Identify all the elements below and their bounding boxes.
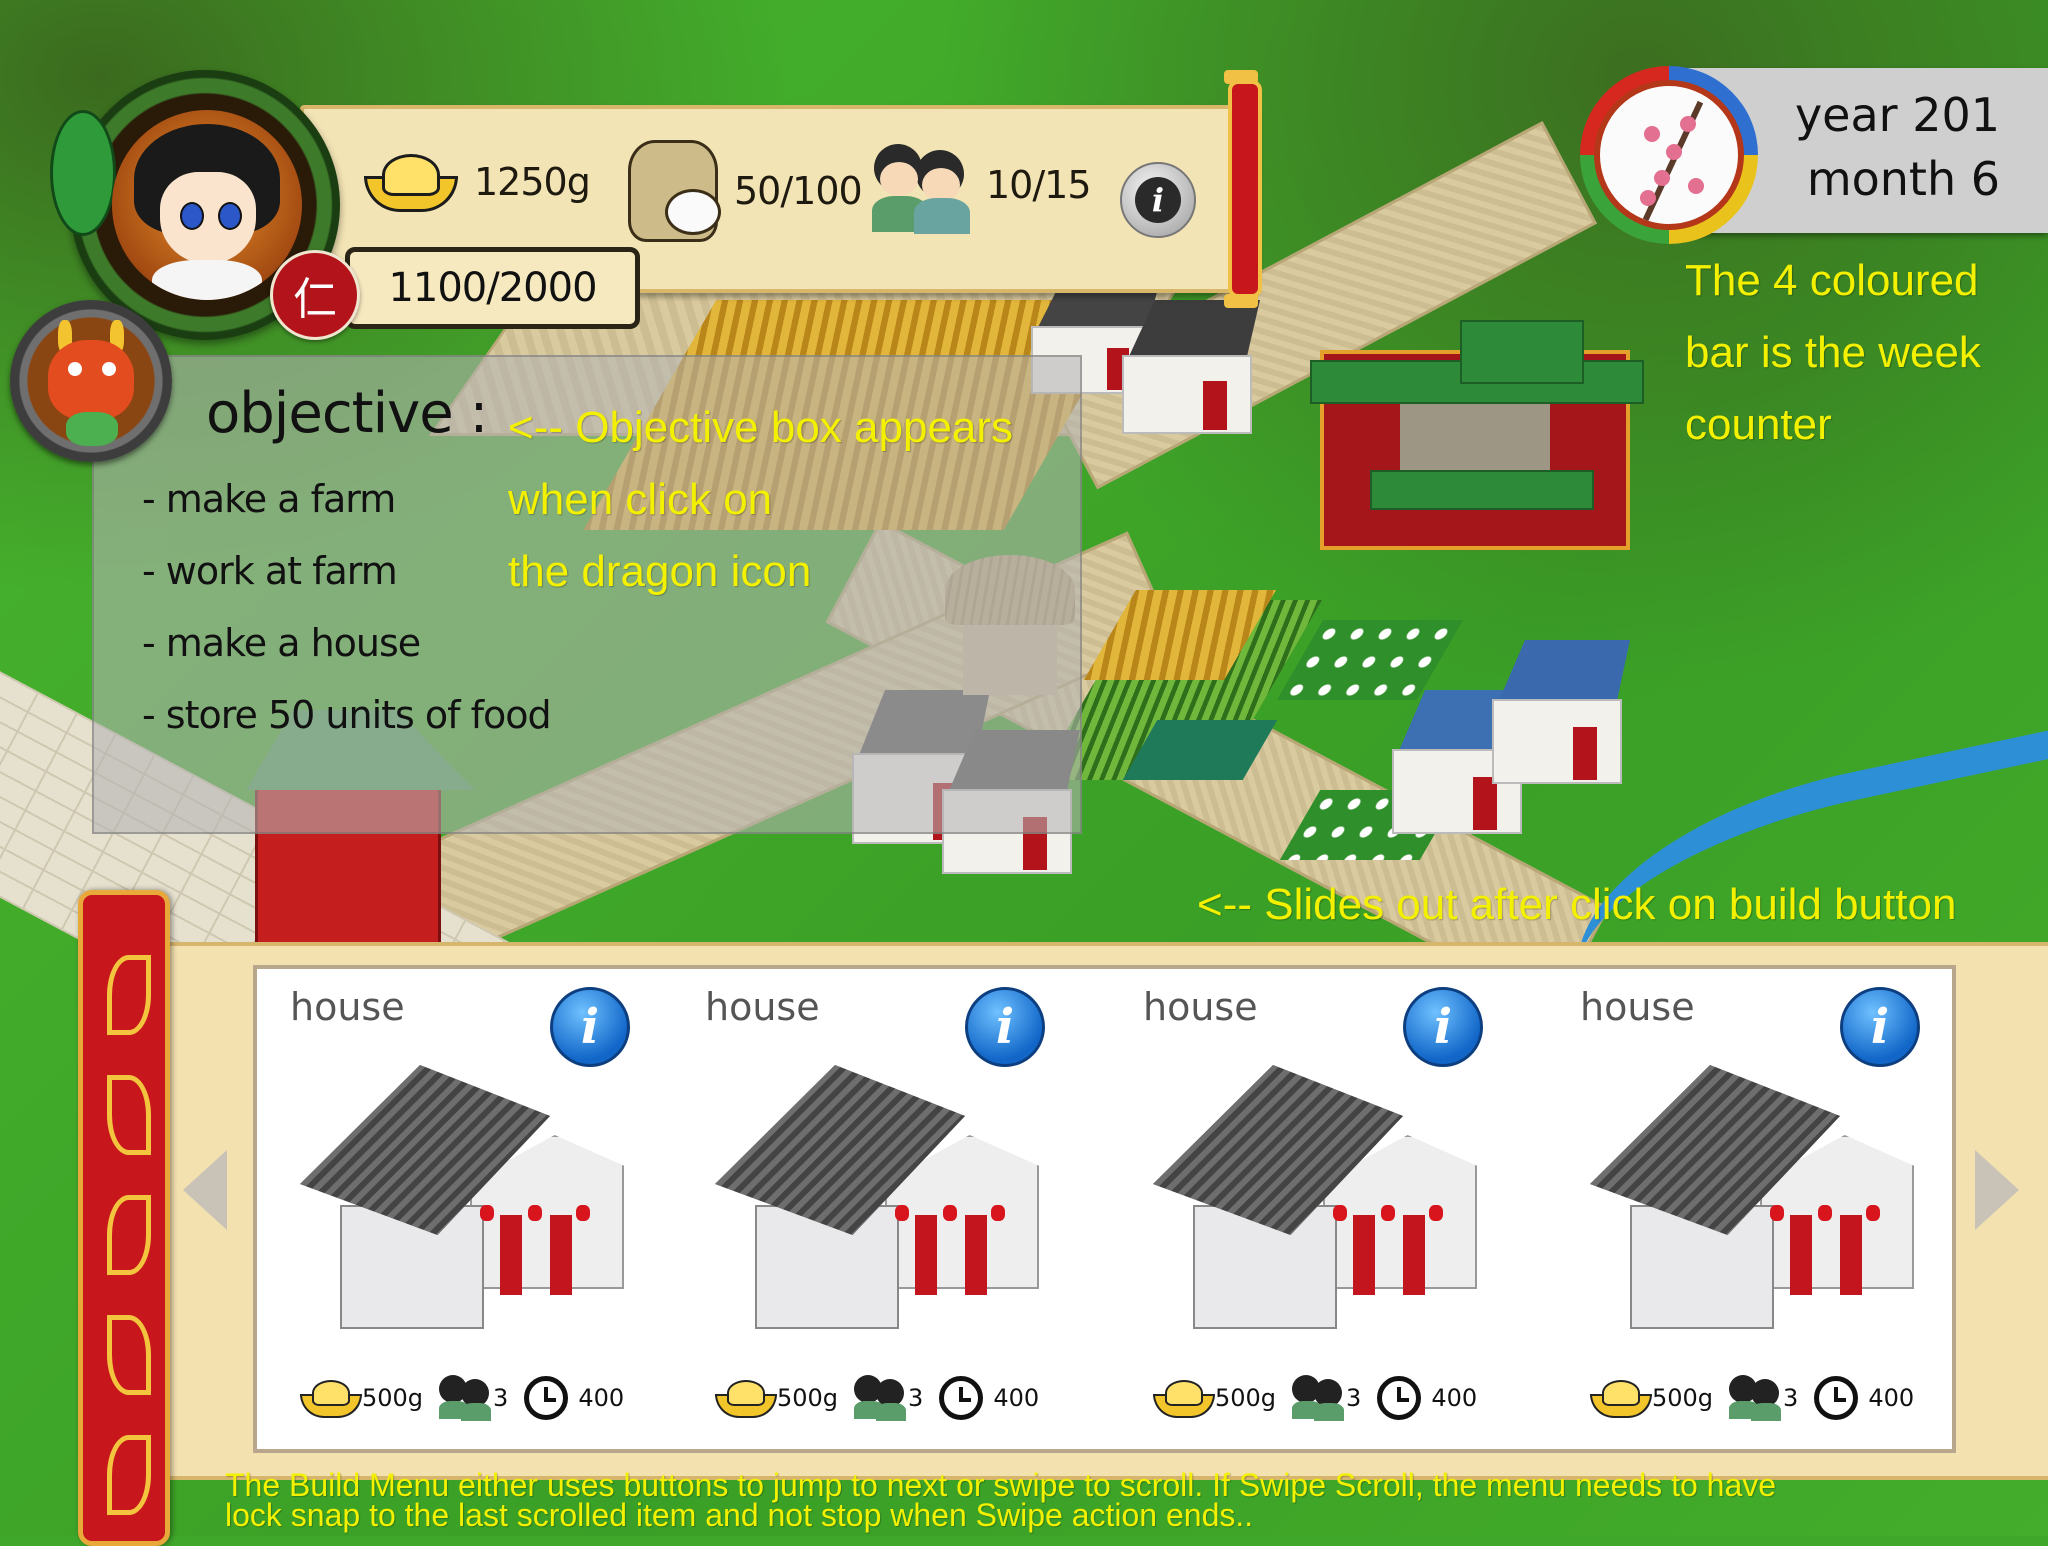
house-icon <box>715 1065 1045 1345</box>
week-note: The 4 coloured bar is the week counter <box>1685 245 1981 461</box>
objective-item: - work at farm <box>142 549 398 593</box>
info-icon[interactable]: i <box>550 987 630 1067</box>
build-item-name: house <box>1143 985 1258 1029</box>
worker-cost: 3 <box>908 1384 924 1412</box>
time-cost: 400 <box>1431 1384 1478 1412</box>
build-item-costs: 500g 3 400 <box>1151 1375 1477 1421</box>
gold-ingot-icon <box>1151 1378 1215 1418</box>
objective-item: - store 50 units of food <box>142 693 552 737</box>
flower-bed[interactable] <box>1276 620 1464 700</box>
population-value: 10/15 <box>986 163 1092 207</box>
build-item-card[interactable]: house i 500g 3 400 <box>1133 975 1533 1435</box>
avatar[interactable] <box>112 110 302 300</box>
food-value: 50/100 <box>734 169 863 213</box>
villagers-icon <box>1290 1375 1346 1421</box>
objective-item: - make a farm <box>142 477 396 521</box>
gold-cost: 500g <box>362 1384 424 1412</box>
build-item-name: house <box>1580 985 1695 1029</box>
village-house[interactable] <box>1480 640 1630 784</box>
info-icon: i <box>1135 177 1181 223</box>
virtue-meter: 1100/2000 <box>345 247 640 329</box>
build-item-costs: 500g 3 400 <box>713 1375 1039 1421</box>
worker-cost: 3 <box>1783 1384 1799 1412</box>
scroll-rod <box>1224 70 1262 308</box>
build-note: <-- Slides out after click on build butt… <box>1197 880 1957 929</box>
gold-ingot-icon <box>713 1378 777 1418</box>
worker-cost: 3 <box>493 1384 509 1412</box>
gold-ingot-icon <box>1588 1378 1652 1418</box>
gold-cost: 500g <box>1215 1384 1277 1412</box>
menu-note-line: lock snap to the last scrolled item and … <box>225 1497 1254 1533</box>
build-item-card[interactable]: house i 500g 3 400 <box>280 975 680 1435</box>
menu-note: The Build Menu either uses buttons to ju… <box>225 1467 1777 1533</box>
population-stat: 10/15 <box>870 140 1092 234</box>
gold-ingot-icon <box>358 150 458 214</box>
info-icon[interactable]: i <box>965 987 1045 1067</box>
worker-cost: 3 <box>1346 1384 1362 1412</box>
clock-icon <box>524 1376 569 1420</box>
villagers-icon <box>437 1375 493 1421</box>
virtue-symbol: 仁 <box>293 274 337 325</box>
plum-blossom-icon <box>1594 80 1744 230</box>
gold-ingot-icon <box>298 1378 362 1418</box>
villagers-icon <box>1727 1375 1783 1421</box>
house-icon <box>1590 1065 1920 1345</box>
clock-icon <box>1814 1376 1859 1420</box>
build-item-name: house <box>290 985 405 1029</box>
build-scroll-rod <box>78 890 170 1546</box>
dragon-objective-button[interactable] <box>10 300 172 462</box>
objective-note-line: the dragon icon <box>508 547 812 596</box>
build-item-card[interactable]: house i 500g 3 400 <box>1570 975 1970 1435</box>
gold-cost: 500g <box>777 1384 839 1412</box>
courtyard-building[interactable] <box>1310 320 1644 550</box>
gold-stat: 1250g <box>358 150 591 214</box>
menu-note-line: The Build Menu either uses buttons to ju… <box>225 1467 1777 1503</box>
week-note-line: bar is the week <box>1685 328 1981 377</box>
gold-value: 1250g <box>474 160 591 204</box>
info-icon[interactable]: i <box>1403 987 1483 1067</box>
objective-item: - make a house <box>142 621 421 665</box>
info-icon[interactable]: i <box>1840 987 1920 1067</box>
clock-icon <box>1377 1376 1422 1420</box>
month-label: month 6 <box>1806 152 2000 206</box>
time-cost: 400 <box>578 1384 625 1412</box>
time-cost: 400 <box>1868 1384 1915 1412</box>
food-stat: 50/100 <box>628 140 863 242</box>
virtue-seal-icon: 仁 <box>270 250 360 340</box>
arrow-right-icon[interactable] <box>1975 1150 2019 1230</box>
arrow-left-icon[interactable] <box>183 1150 227 1230</box>
rice-sack-icon <box>628 140 721 242</box>
villagers-icon <box>852 1375 908 1421</box>
objective-note-line: <-- Objective box appears <box>508 403 1014 452</box>
year-label: year 201 <box>1794 88 2000 142</box>
virtue-value: 1100/2000 <box>388 265 597 311</box>
build-item-costs: 500g 3 400 <box>298 1375 624 1421</box>
build-item-name: house <box>705 985 820 1029</box>
village-house[interactable] <box>1110 300 1260 434</box>
dragon-ring-icon <box>50 110 116 236</box>
build-item-costs: 500g 3 400 <box>1588 1375 1914 1421</box>
build-item-card[interactable]: house i 500g 3 400 <box>695 975 1095 1435</box>
week-note-line: The 4 coloured <box>1685 256 1979 305</box>
clock-icon <box>939 1376 984 1420</box>
info-button[interactable]: i <box>1120 162 1196 238</box>
gold-cost: 500g <box>1652 1384 1714 1412</box>
house-icon <box>300 1065 630 1345</box>
objective-note: <-- Objective box appears when click on … <box>508 392 1013 608</box>
house-icon <box>1153 1065 1483 1345</box>
time-cost: 400 <box>993 1384 1040 1412</box>
objective-title: objective : <box>206 381 488 446</box>
villagers-icon <box>870 140 970 234</box>
week-note-line: counter <box>1685 400 1832 449</box>
objective-note-line: when click on <box>508 475 773 524</box>
